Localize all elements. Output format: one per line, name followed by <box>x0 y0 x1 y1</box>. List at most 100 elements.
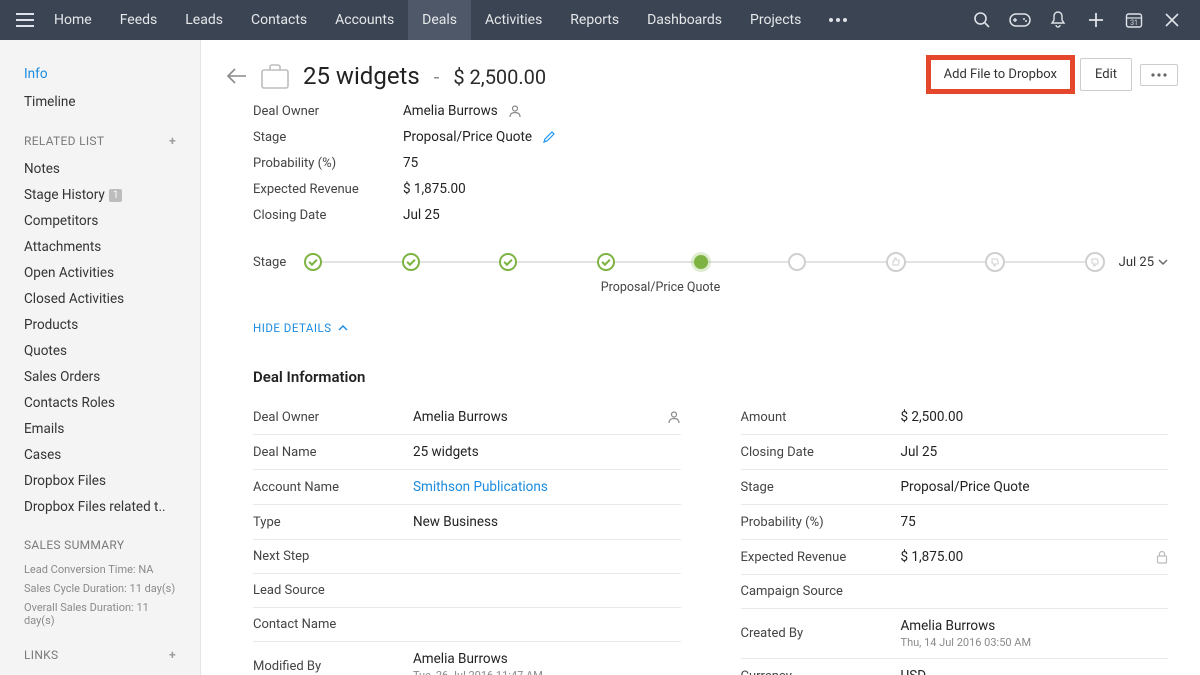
tools-icon[interactable] <box>1160 8 1184 32</box>
edit-button[interactable]: Edit <box>1080 58 1132 91</box>
stage-closing-date[interactable]: Jul 25 <box>1119 255 1168 270</box>
related-sales-orders[interactable]: Sales Orders <box>24 364 176 390</box>
hide-details-toggle[interactable]: HIDE DETAILS <box>253 321 348 335</box>
stage-dot-won[interactable] <box>886 252 906 272</box>
nav-feeds[interactable]: Feeds <box>106 0 172 40</box>
stage-dot-3[interactable] <box>499 253 517 271</box>
info-value: Jul 25 <box>901 444 1169 460</box>
summary-label: Stage <box>253 130 403 145</box>
stage-dot-lost-2[interactable] <box>1085 252 1105 272</box>
info-value: Smithson Publications <box>413 479 681 495</box>
top-nav: HomeFeedsLeadsContactsAccountsDealsActiv… <box>0 0 1200 40</box>
related-products[interactable]: Products <box>24 312 176 338</box>
sidebar-info[interactable]: Info <box>24 60 176 88</box>
stage-dot-1[interactable] <box>304 253 322 271</box>
summary-label: Closing Date <box>253 208 403 223</box>
calendar-icon[interactable]: 31 <box>1122 8 1146 32</box>
related-quotes[interactable]: Quotes <box>24 338 176 364</box>
person-icon[interactable] <box>508 104 522 118</box>
links-heading: LINKS <box>24 648 58 662</box>
sales-summary-line: Sales Cycle Duration: 11 day(s) <box>24 579 176 598</box>
summary-value: Proposal/Price Quote <box>403 129 556 145</box>
summary-value: 75 <box>403 155 418 171</box>
add-related-icon[interactable]: + <box>169 134 176 148</box>
info-label: Campaign Source <box>741 584 901 599</box>
back-icon[interactable] <box>227 68 247 84</box>
nav-projects[interactable]: Projects <box>736 0 815 40</box>
sales-summary-line: Lead Conversion Time: NA <box>24 560 176 579</box>
deal-icon <box>261 64 289 90</box>
related-emails[interactable]: Emails <box>24 416 176 442</box>
deal-info-heading: Deal Information <box>201 354 1200 400</box>
edit-icon[interactable] <box>542 130 556 144</box>
info-label: Contact Name <box>253 617 413 632</box>
nav-reports[interactable]: Reports <box>556 0 633 40</box>
info-label: Currency <box>741 669 901 675</box>
stage-dot-2[interactable] <box>402 253 420 271</box>
info-label: Amount <box>741 410 901 425</box>
related-competitors[interactable]: Competitors <box>24 208 176 234</box>
info-value: $ 2,500.00 <box>901 409 1169 425</box>
info-label: Probability (%) <box>741 515 901 530</box>
nav-accounts[interactable]: Accounts <box>321 0 408 40</box>
info-value: Amelia BurrowsThu, 14 Jul 2016 03:50 AM <box>901 618 1169 649</box>
more-actions-button[interactable] <box>1140 64 1178 86</box>
nav-more-icon[interactable] <box>815 18 861 22</box>
related-list-heading: RELATED LIST <box>24 134 104 148</box>
nav-dashboards[interactable]: Dashboards <box>633 0 736 40</box>
summary-label: Expected Revenue <box>253 182 403 197</box>
info-value: USD <box>901 668 1169 675</box>
bell-icon[interactable] <box>1046 8 1070 32</box>
add-file-dropbox-button[interactable]: Add File to Dropbox <box>929 58 1072 91</box>
info-label: Stage <box>741 480 901 495</box>
info-label: Deal Owner <box>253 410 413 425</box>
info-value: 25 widgets <box>413 444 681 460</box>
account-link[interactable]: Smithson Publications <box>413 479 548 495</box>
related-contacts-roles[interactable]: Contacts Roles <box>24 390 176 416</box>
record-title: 25 widgets <box>303 62 420 90</box>
info-value: Proposal/Price Quote <box>901 479 1169 495</box>
summary-label: Probability (%) <box>253 156 403 171</box>
related-stage-history[interactable]: Stage History1 <box>24 182 176 208</box>
related-closed-activities[interactable]: Closed Activities <box>24 286 176 312</box>
sales-summary-heading: SALES SUMMARY <box>24 538 124 552</box>
related-cases[interactable]: Cases <box>24 442 176 468</box>
info-value: New Business <box>413 514 681 530</box>
info-value: 75 <box>901 514 1169 530</box>
related-open-activities[interactable]: Open Activities <box>24 260 176 286</box>
sidebar-timeline[interactable]: Timeline <box>24 88 176 116</box>
plus-icon[interactable] <box>1084 8 1108 32</box>
info-label: Expected Revenue <box>741 550 901 565</box>
summary-value: Jul 25 <box>403 207 440 223</box>
info-label: Type <box>253 515 413 530</box>
nav-deals[interactable]: Deals <box>408 0 471 40</box>
sidebar: InfoTimeline RELATED LIST + NotesStage Hi… <box>0 40 201 675</box>
info-label: Created By <box>741 626 901 641</box>
info-value: Amelia BurrowsTue, 26 Jul 2016 11:47 AM <box>413 651 681 675</box>
related-dropbox-files[interactable]: Dropbox Files <box>24 468 176 494</box>
stage-dot-4[interactable] <box>597 253 615 271</box>
person-icon[interactable] <box>667 410 681 424</box>
nav-leads[interactable]: Leads <box>171 0 237 40</box>
related-notes[interactable]: Notes <box>24 156 176 182</box>
nav-activities[interactable]: Activities <box>471 0 556 40</box>
nav-home[interactable]: Home <box>40 0 106 40</box>
summary-value: Amelia Burrows <box>403 103 522 119</box>
info-value: Amelia Burrows <box>413 409 681 425</box>
gamepad-icon[interactable] <box>1008 8 1032 32</box>
stage-dot-6[interactable] <box>788 253 806 271</box>
summary-value: $ 1,875.00 <box>403 181 466 197</box>
related-attachments[interactable]: Attachments <box>24 234 176 260</box>
nav-contacts[interactable]: Contacts <box>237 0 321 40</box>
search-icon[interactable] <box>970 8 994 32</box>
link-item[interactable]: What are links? <box>24 670 176 675</box>
add-link-icon[interactable]: + <box>169 648 176 662</box>
info-label: Next Step <box>253 549 413 564</box>
info-value: $ 1,875.00 <box>901 549 1169 565</box>
stage-dot-lost[interactable] <box>985 252 1005 272</box>
menu-icon[interactable] <box>10 5 40 35</box>
summary-label: Deal Owner <box>253 104 403 119</box>
stage-dot-current[interactable] <box>694 255 708 269</box>
svg-text:31: 31 <box>1130 19 1138 27</box>
related-dropbox-files-related-t-[interactable]: Dropbox Files related t.. <box>24 494 176 520</box>
